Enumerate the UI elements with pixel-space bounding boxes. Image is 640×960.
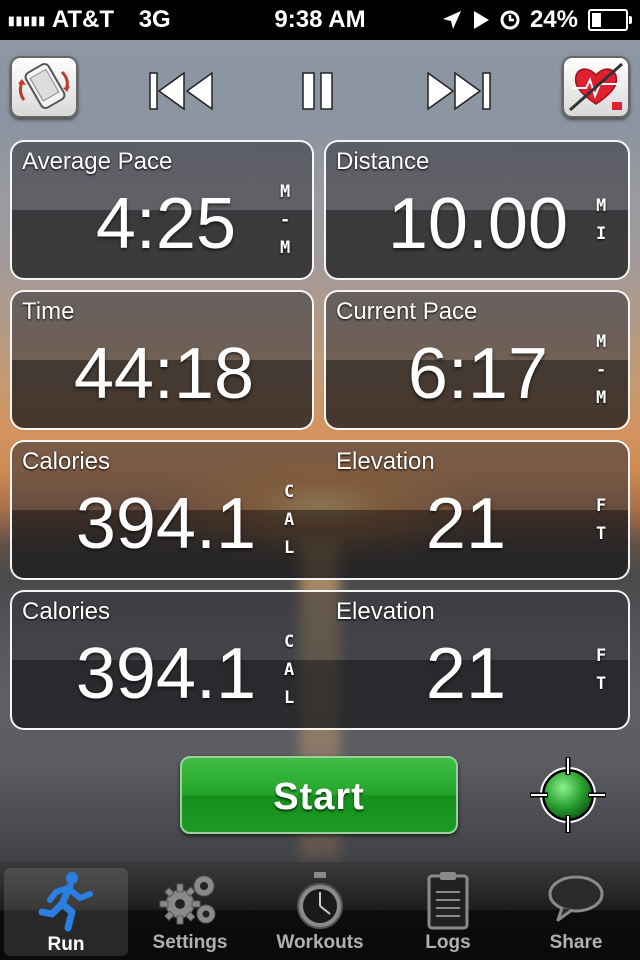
calories-label: Calories xyxy=(22,448,111,475)
unit-char: L xyxy=(284,538,295,558)
status-bar: ▮▮▮▮▮ AT&T 3G 9:38 AM 24% xyxy=(0,0,640,40)
pause-icon[interactable] xyxy=(300,70,336,112)
tab-label: Share xyxy=(549,932,603,953)
play-status-icon xyxy=(473,11,489,29)
stopwatch-icon xyxy=(297,872,343,929)
unit-char: - xyxy=(280,210,291,230)
distance-panel: Distance 10.00 M I xyxy=(324,140,630,280)
average-pace-unit: M - M xyxy=(280,178,290,262)
elevation-unit: F T xyxy=(596,642,606,698)
distance-unit: M I xyxy=(596,192,606,248)
battery-percent: 24% xyxy=(529,6,578,33)
current-pace-label: Current Pace xyxy=(336,298,478,325)
unit-char: T xyxy=(596,524,607,544)
alarm-clock-icon xyxy=(500,10,520,30)
calories-value: 394.1 xyxy=(75,484,256,564)
start-button[interactable]: Start xyxy=(180,756,458,834)
current-pace-panel: Current Pace 6:17 M - M xyxy=(324,290,630,430)
calories-unit: C A L xyxy=(284,478,294,562)
tab-logs[interactable]: Logs xyxy=(386,862,510,960)
battery-fill xyxy=(592,13,601,27)
elevation-unit: F T xyxy=(596,492,606,548)
elevation-label: Elevation xyxy=(336,598,435,625)
runner-icon xyxy=(38,872,93,932)
gps-target-icon[interactable] xyxy=(528,755,608,835)
speech-bubble-icon xyxy=(548,875,604,922)
unit-char: M xyxy=(596,332,607,352)
skip-next-icon[interactable] xyxy=(426,70,492,112)
unit-char: C xyxy=(284,632,295,652)
tab-label: Logs xyxy=(425,932,471,953)
average-pace-value: 4:25 xyxy=(95,184,236,264)
unit-char: F xyxy=(596,496,607,516)
unit-char: C xyxy=(284,482,295,502)
time-panel: Time 44:18 xyxy=(10,290,314,430)
tab-settings[interactable]: Settings xyxy=(128,862,252,960)
clipboard-icon xyxy=(427,872,469,930)
calories-value: 394.1 xyxy=(75,634,256,714)
location-arrow-icon xyxy=(442,11,461,29)
status-right-group: 24% xyxy=(442,6,632,34)
calories-unit: C A L xyxy=(284,628,294,712)
calories-elevation-panel: Calories 394.1 C A L Elevation 21 F T xyxy=(10,440,630,580)
calories-label: Calories xyxy=(22,598,111,625)
distance-label: Distance xyxy=(336,148,430,175)
tab-bar: Run Settings Workouts Logs Share xyxy=(0,862,640,960)
elevation-value: 21 xyxy=(425,634,506,714)
battery-icon xyxy=(588,9,632,31)
elevation-label: Elevation xyxy=(336,448,435,475)
tab-label: Workouts xyxy=(276,932,364,953)
time-label: Time xyxy=(22,298,75,325)
unit-char: M xyxy=(596,196,607,216)
unit-char: M xyxy=(280,182,291,202)
unit-char: M xyxy=(596,388,607,408)
average-pace-label: Average Pace xyxy=(22,148,173,175)
current-pace-value: 6:17 xyxy=(407,334,548,414)
unit-char: T xyxy=(596,674,607,694)
tab-label: Run xyxy=(47,934,85,955)
time-value: 44:18 xyxy=(73,334,254,414)
calories-elevation-panel-2: Calories 394.1 C A L Elevation 21 F T xyxy=(10,590,630,730)
heart-rate-off-icon xyxy=(569,62,623,112)
phone-rotate-icon xyxy=(18,63,70,109)
rotate-screen-button[interactable] xyxy=(10,56,78,118)
current-pace-unit: M - M xyxy=(596,328,606,412)
tab-run[interactable]: Run xyxy=(4,868,128,956)
tab-workouts[interactable]: Workouts xyxy=(258,862,382,960)
elevation-value: 21 xyxy=(425,484,506,564)
distance-value: 10.00 xyxy=(387,184,568,264)
tab-label: Settings xyxy=(152,932,228,953)
tab-share[interactable]: Share xyxy=(514,862,638,960)
average-pace-panel: Average Pace 4:25 M - M xyxy=(10,140,314,280)
gears-icon xyxy=(159,875,216,925)
unit-char: L xyxy=(284,688,295,708)
skip-previous-icon[interactable] xyxy=(148,70,214,112)
unit-char: - xyxy=(596,360,607,380)
heart-rate-button[interactable] xyxy=(562,56,630,118)
unit-char: F xyxy=(596,646,607,666)
unit-char: A xyxy=(284,510,295,530)
unit-char: M xyxy=(280,238,291,258)
unit-char: A xyxy=(284,660,295,680)
unit-char: I xyxy=(596,224,607,244)
